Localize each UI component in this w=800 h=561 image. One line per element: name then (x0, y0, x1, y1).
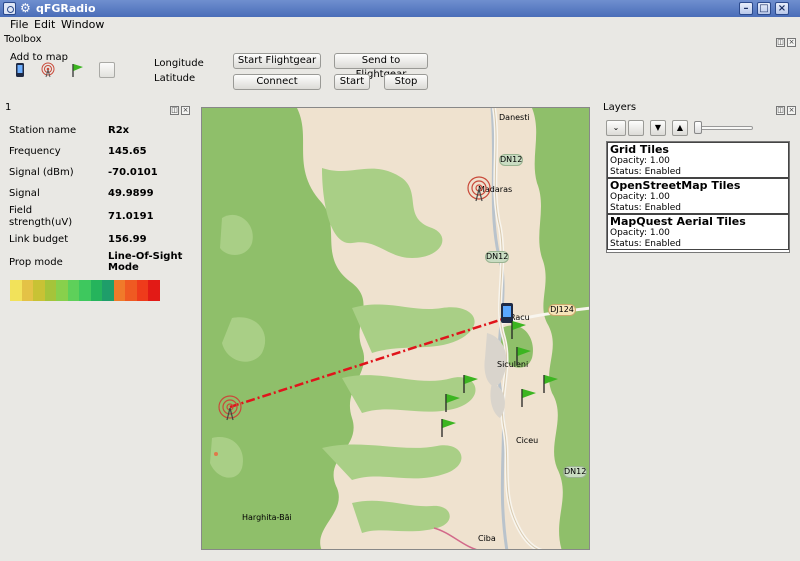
field-strength-value: 71.0191 (108, 211, 154, 222)
app-icon[interactable] (3, 2, 16, 15)
latitude-label: Latitude (154, 73, 196, 84)
map-view[interactable]: DN12 DN12 DJ124 DN12 Danesti Madaras Rac… (201, 107, 590, 550)
signal-swatch (125, 280, 137, 301)
field-strength-label-line2: strength(uV) (9, 217, 73, 228)
signal-dbm-value: -70.0101 (108, 167, 158, 178)
layers-panel-title: Layers (603, 102, 637, 113)
layer-status: Status: Enabled (610, 167, 681, 177)
toolbox-title: Toolbox (4, 34, 42, 45)
flag-marker-icon[interactable] (542, 374, 560, 394)
layer-name: MapQuest Aerial Tiles (610, 215, 746, 228)
flag-marker-icon[interactable] (510, 320, 528, 340)
layer-list: Grid Tiles Opacity: 1.00 Status: Enabled… (606, 141, 790, 253)
menu-window[interactable]: Window (61, 18, 104, 31)
layer-name: Grid Tiles (610, 143, 669, 156)
signal-value: 49.9899 (108, 188, 154, 199)
signal-swatch (10, 280, 22, 301)
station-panel-title: 1 (5, 102, 12, 113)
send-to-flightgear-button[interactable]: Send to Flightgear (334, 53, 428, 80)
minimize-button[interactable]: – (739, 2, 753, 15)
move-layer-down-button[interactable]: ▼ (650, 120, 666, 136)
stop-button[interactable]: Stop (384, 74, 428, 90)
prop-mode-value-line2: Mode (108, 262, 139, 273)
link-budget-label: Link budget (9, 234, 69, 245)
flag-marker-icon[interactable] (440, 418, 458, 438)
signal-swatch (21, 280, 33, 301)
float-button[interactable]: ◫ (776, 106, 785, 115)
layer-status: Status: Enabled (610, 203, 681, 213)
close-dock-button[interactable]: × (787, 38, 796, 47)
menu-edit[interactable]: Edit (34, 18, 55, 31)
prop-mode-value: Line-Of-Sight (108, 251, 183, 262)
maximize-button[interactable]: □ (757, 2, 771, 15)
float-button[interactable]: ◫ (776, 38, 785, 47)
signal-dbm-label: Signal (dBm) (9, 167, 74, 178)
signal-strength-scale (10, 280, 160, 301)
layer-item-mapquest[interactable]: MapQuest Aerial Tiles Opacity: 1.00 Stat… (607, 214, 789, 250)
link-budget-value: 156.99 (108, 234, 147, 245)
flag-marker-icon[interactable] (515, 346, 533, 366)
signal-swatch (148, 280, 160, 301)
menu-bar: File Edit Window (0, 17, 800, 33)
signal-swatch (67, 280, 79, 301)
add-mobile-station-button[interactable] (12, 62, 28, 78)
station-name-value: R2x (108, 125, 130, 136)
layer-status: Status: Enabled (610, 239, 681, 249)
move-layer-up-button[interactable]: ▲ (672, 120, 688, 136)
window-title: qFGRadio (36, 2, 96, 15)
add-layer-dropdown-button[interactable]: ⌄ (606, 120, 626, 136)
empty-tool-button[interactable] (99, 62, 115, 78)
gear-icon: ⚙ (20, 1, 31, 15)
add-flag-button[interactable] (70, 62, 86, 78)
signal-swatch (136, 280, 148, 301)
prop-mode-label: Prop mode (9, 257, 63, 268)
flag-marker-icon[interactable] (462, 374, 480, 394)
flag-marker-icon[interactable] (444, 393, 462, 413)
mobile-icon (16, 63, 24, 77)
toolbox-dock-buttons: ◫ × (774, 34, 796, 47)
close-dock-button[interactable]: × (787, 106, 796, 115)
menu-file[interactable]: File (10, 18, 28, 31)
signal-label: Signal (9, 188, 40, 199)
start-flightgear-button[interactable]: Start Flightgear (233, 53, 321, 69)
start-button[interactable]: Start (334, 74, 370, 90)
opacity-slider-track[interactable] (698, 126, 753, 130)
frequency-label: Frequency (9, 146, 61, 157)
signal-swatch (79, 280, 91, 301)
layer-item-osm[interactable]: OpenStreetMap Tiles Opacity: 1.00 Status… (607, 178, 789, 214)
flag-marker-icon[interactable] (520, 388, 538, 408)
layers-dock-buttons: ◫ × (774, 102, 796, 115)
remove-layer-button[interactable] (628, 120, 644, 136)
layer-name: OpenStreetMap Tiles (610, 179, 741, 192)
signal-swatch (102, 280, 114, 301)
flag-icon (72, 64, 83, 77)
antenna-station-west-icon[interactable] (216, 394, 244, 422)
close-dock-button[interactable]: × (181, 106, 190, 115)
signal-swatch (113, 280, 125, 301)
frequency-value: 145.65 (108, 146, 147, 157)
station-dock-buttons: ◫ × (168, 102, 190, 115)
layer-opacity: Opacity: 1.00 (610, 192, 670, 202)
layer-item-grid[interactable]: Grid Tiles Opacity: 1.00 Status: Enabled (607, 142, 789, 178)
field-strength-label: Field (9, 205, 33, 216)
signal-swatch (33, 280, 45, 301)
antenna-station-madaras-icon[interactable] (465, 175, 493, 203)
float-button[interactable]: ◫ (170, 106, 179, 115)
signal-swatch (44, 280, 56, 301)
close-button[interactable]: × (775, 2, 789, 15)
opacity-slider-handle[interactable] (694, 121, 702, 134)
radio-link-overlay (229, 316, 507, 409)
connect-button[interactable]: Connect (233, 74, 321, 90)
station-name-label: Station name (9, 125, 77, 136)
signal-swatch (56, 280, 68, 301)
longitude-label: Longitude (154, 58, 204, 69)
antenna-icon (41, 62, 55, 78)
title-bar: ⚙ qFGRadio – □ × (0, 0, 800, 17)
layer-opacity: Opacity: 1.00 (610, 156, 670, 166)
layer-opacity: Opacity: 1.00 (610, 228, 670, 238)
add-antenna-button[interactable] (40, 62, 56, 78)
signal-swatch (90, 280, 102, 301)
